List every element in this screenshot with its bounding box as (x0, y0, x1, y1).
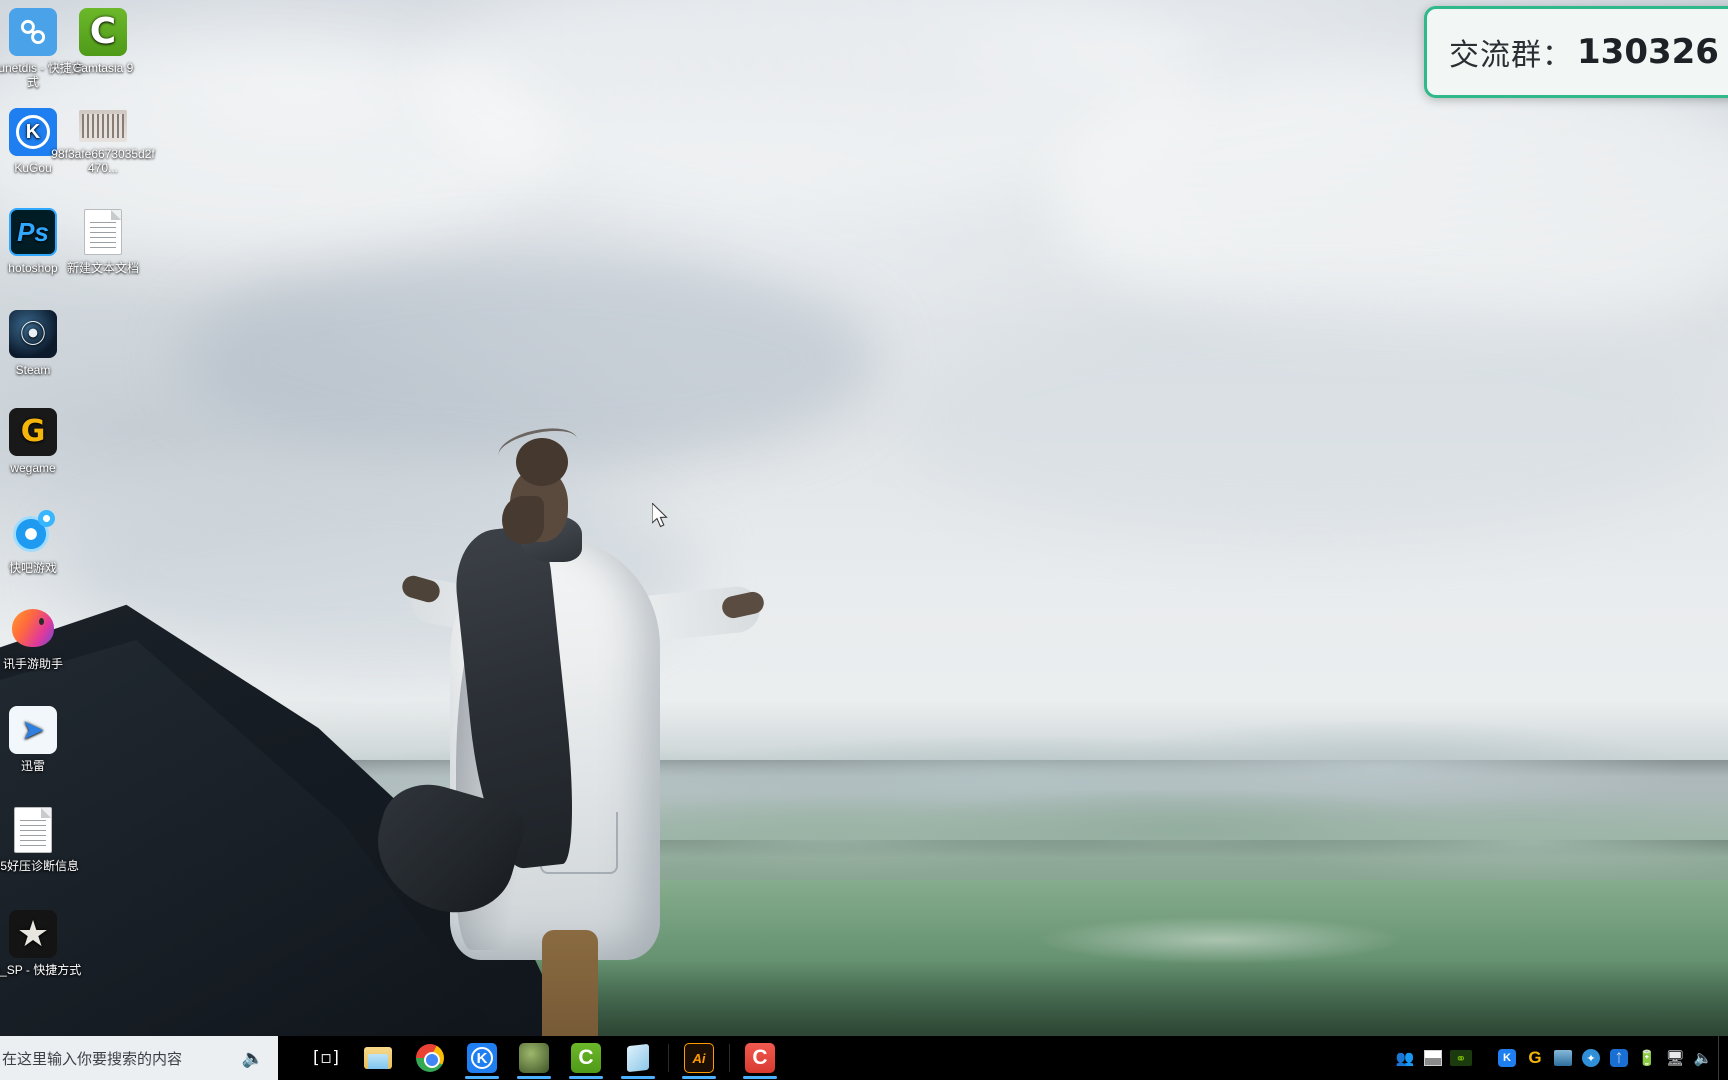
taskbar-item-google-chrome[interactable] (404, 1036, 456, 1080)
desktop-icon-xunlei[interactable]: ➤ 迅雷 (0, 706, 88, 773)
search-input[interactable]: 在这里输入你要搜索的内容 🔈 (0, 1036, 278, 1080)
star-shortcut-icon: ★ (9, 910, 57, 958)
taskbar-item-file-explorer[interactable] (352, 1036, 404, 1080)
kugou-icon: K (467, 1043, 497, 1073)
desktop-icon-label: 98f3afe6673035d2f470... (51, 147, 155, 175)
steam-icon: ⦿ (9, 310, 57, 358)
bluetooth-icon[interactable]: ᛏ (1606, 1036, 1632, 1080)
desktop-icon-haozip-diagnostic[interactable]: 345好压诊断信息 (0, 806, 88, 873)
desktop-icon-label: 新建文本文档 (66, 261, 139, 275)
system-tray: 👥 ⚭ K G ✦ ᛏ 🔋 🖥 🔈 (1392, 1036, 1724, 1080)
camtasia-red-icon: C (745, 1043, 775, 1073)
nvidia-icon[interactable]: ⚭ (1448, 1036, 1474, 1080)
active-indicator (621, 1076, 655, 1079)
green-orb-icon (519, 1043, 549, 1073)
microphone-icon[interactable]: 🔈 (242, 1048, 264, 1069)
wegame-icon: G (9, 408, 57, 456)
task-view-icon: [◻] (311, 1048, 341, 1068)
battery-icon[interactable]: 🔋 (1634, 1036, 1660, 1080)
desktop-icon-label: oD_SP - 快捷方式 (0, 963, 82, 977)
desktop-icon-tencent-mobile-game-assistant[interactable]: 讯手游助手 (0, 604, 88, 671)
taskbar-divider (729, 1044, 730, 1072)
network-icon[interactable]: 🖥 (1662, 1036, 1688, 1080)
taskbar-item-kugou[interactable]: K (456, 1036, 508, 1080)
text-document-icon (9, 806, 57, 854)
active-indicator (517, 1076, 551, 1079)
desktop-icon-wegame[interactable]: G wegame (0, 408, 88, 475)
taskbar: 在这里输入你要搜索的内容 🔈 [◻] K C Ai C 👥 ⚭ K G ✦ ᛏ … (0, 1036, 1728, 1080)
chrome-icon (415, 1043, 445, 1073)
taskbar-item-camtasia-recorder[interactable]: C (734, 1036, 786, 1080)
kuaiba-games-icon (9, 508, 57, 556)
qq-group-banner: 交流群： 130326 (1424, 6, 1728, 98)
taskbar-item-paper-app[interactable] (612, 1036, 664, 1080)
panel-icon[interactable] (1420, 1036, 1446, 1080)
folder-icon (363, 1043, 393, 1073)
g-shield-icon[interactable]: G (1522, 1036, 1548, 1080)
search-placeholder: 在这里输入你要搜索的内容 (2, 1049, 183, 1068)
desktop-icon-image-file[interactable]: 98f3afe6673035d2f470... (48, 110, 158, 175)
monitor-icon[interactable] (1550, 1036, 1576, 1080)
tencent-mobile-game-assistant-icon (9, 604, 57, 652)
desktop-icon-steam[interactable]: ⦿ Steam (0, 310, 88, 377)
desktop-icon-label: wegame (10, 461, 56, 475)
taskbar-item-green-app[interactable] (508, 1036, 560, 1080)
taskbar-app-list: [◻] K C Ai C (300, 1036, 786, 1080)
desktop-icon-label: 迅雷 (20, 759, 45, 773)
desktop-icon-camtasia[interactable]: C Camtasia 9 (48, 8, 158, 75)
xunlei-icon: ➤ (9, 706, 57, 754)
paper-icon (623, 1043, 653, 1073)
show-desktop-button[interactable] (1718, 1036, 1724, 1080)
qq-group-label: 交流群： (1449, 38, 1573, 73)
image-thumbnail-icon (79, 110, 127, 142)
desktop-icon-od-sp-shortcut[interactable]: ★ oD_SP - 快捷方式 (0, 910, 88, 977)
camtasia-icon: C (79, 8, 127, 56)
mouse-pointer-icon (652, 503, 668, 528)
desktop-wallpaper (0, 0, 1728, 1080)
star-badge-icon[interactable]: ✦ (1578, 1036, 1604, 1080)
taskbar-item-illustrator[interactable]: Ai (673, 1036, 725, 1080)
person-face (502, 496, 544, 544)
desktop-icon-kuaiba-games[interactable]: 快吧游戏 (0, 508, 88, 575)
active-indicator (465, 1076, 499, 1079)
desktop-icon-label: 快吧游戏 (8, 561, 57, 575)
taskbar-item-task-view[interactable]: [◻] (300, 1036, 352, 1080)
taskbar-divider (668, 1044, 669, 1072)
kugou-icon[interactable]: K (1494, 1036, 1520, 1080)
qq-group-number: 130326 (1577, 32, 1719, 72)
tray-divider (1476, 1036, 1492, 1080)
desktop-icon-label: Steam (15, 363, 51, 377)
active-indicator (682, 1076, 716, 1079)
desktop-screen: aidunetdis - 快捷方式 C Camtasia 9 K KuGou 9… (0, 0, 1728, 1080)
desktop-icon-label: 讯手游助手 (2, 657, 63, 671)
cloud-shape (900, 300, 1720, 540)
people-share-icon[interactable]: 👥 (1392, 1036, 1418, 1080)
desktop-icon-label: 345好压诊断信息 (0, 859, 80, 873)
wallpaper-person (330, 420, 850, 1080)
active-indicator (743, 1076, 777, 1079)
desktop-icon-new-text-document[interactable]: 新建文本文档 (48, 208, 158, 275)
active-indicator (569, 1076, 603, 1079)
desktop-icon-label: Camtasia 9 (72, 61, 134, 75)
illustrator-icon: Ai (684, 1043, 714, 1073)
volume-icon[interactable]: 🔈 (1690, 1036, 1716, 1080)
camtasia-icon: C (571, 1043, 601, 1073)
text-document-icon (79, 208, 127, 256)
taskbar-item-camtasia[interactable]: C (560, 1036, 612, 1080)
